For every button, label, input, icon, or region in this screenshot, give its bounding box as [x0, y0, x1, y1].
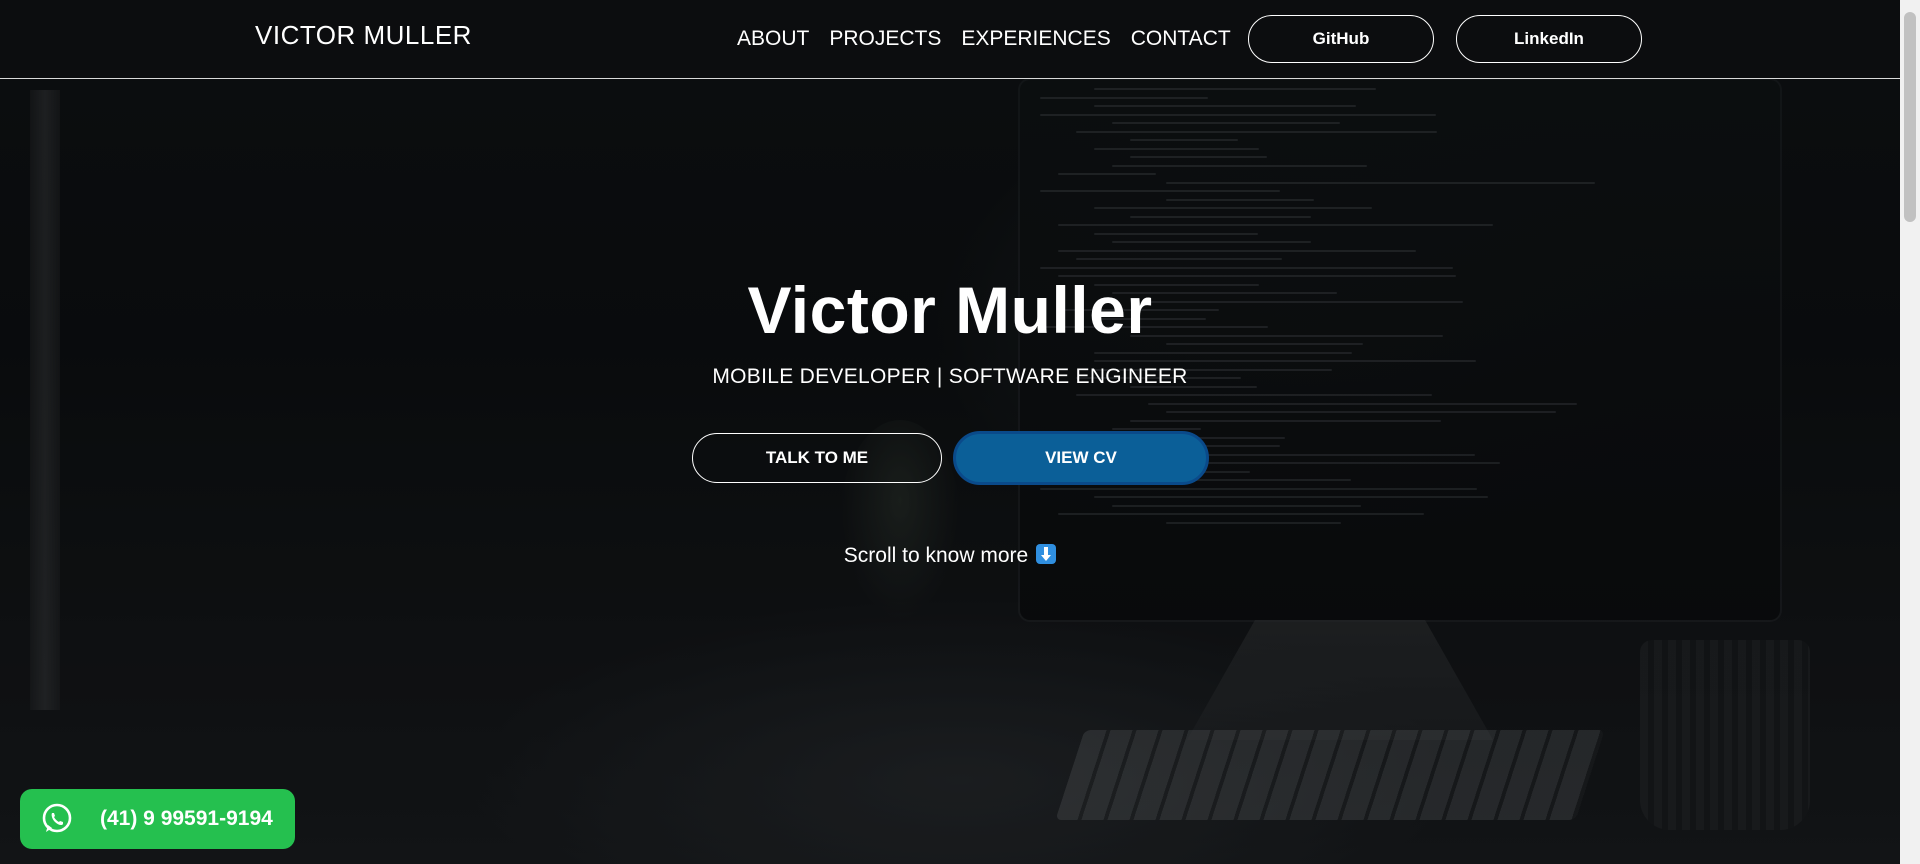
- scroll-hint[interactable]: Scroll to know more: [0, 544, 1900, 568]
- scrollbar-thumb[interactable]: [1904, 12, 1916, 222]
- whatsapp-icon: [42, 803, 72, 833]
- main-nav: ABOUT PROJECTS EXPERIENCES CONTACT: [737, 27, 1231, 51]
- scroll-hint-text: Scroll to know more: [843, 544, 1029, 567]
- linkedin-button[interactable]: LinkedIn: [1456, 15, 1642, 63]
- whatsapp-button[interactable]: (41) 9 99591-9194: [20, 789, 295, 849]
- background-overlay: [0, 0, 1920, 864]
- view-cv-button[interactable]: VIEW CV: [953, 431, 1209, 485]
- vertical-scrollbar[interactable]: [1900, 0, 1920, 864]
- nav-projects[interactable]: PROJECTS: [829, 27, 941, 51]
- nav-about[interactable]: ABOUT: [737, 27, 809, 51]
- hero-title: Victor Muller: [747, 273, 1153, 347]
- hero-subtitle: MOBILE DEVELOPER | SOFTWARE ENGINEER: [712, 365, 1188, 388]
- github-button[interactable]: GitHub: [1248, 15, 1434, 63]
- page: VICTOR MULLER ABOUT PROJECTS EXPERIENCES…: [0, 0, 1920, 864]
- nav-contact[interactable]: CONTACT: [1131, 27, 1231, 51]
- site-header: VICTOR MULLER ABOUT PROJECTS EXPERIENCES…: [0, 0, 1900, 79]
- down-arrow-icon: [1036, 544, 1057, 564]
- nav-experiences[interactable]: EXPERIENCES: [961, 27, 1110, 51]
- talk-to-me-button[interactable]: TALK TO ME: [692, 433, 942, 483]
- brand-logo[interactable]: VICTOR MULLER: [255, 20, 472, 51]
- whatsapp-phone: (41) 9 99591-9194: [100, 807, 273, 830]
